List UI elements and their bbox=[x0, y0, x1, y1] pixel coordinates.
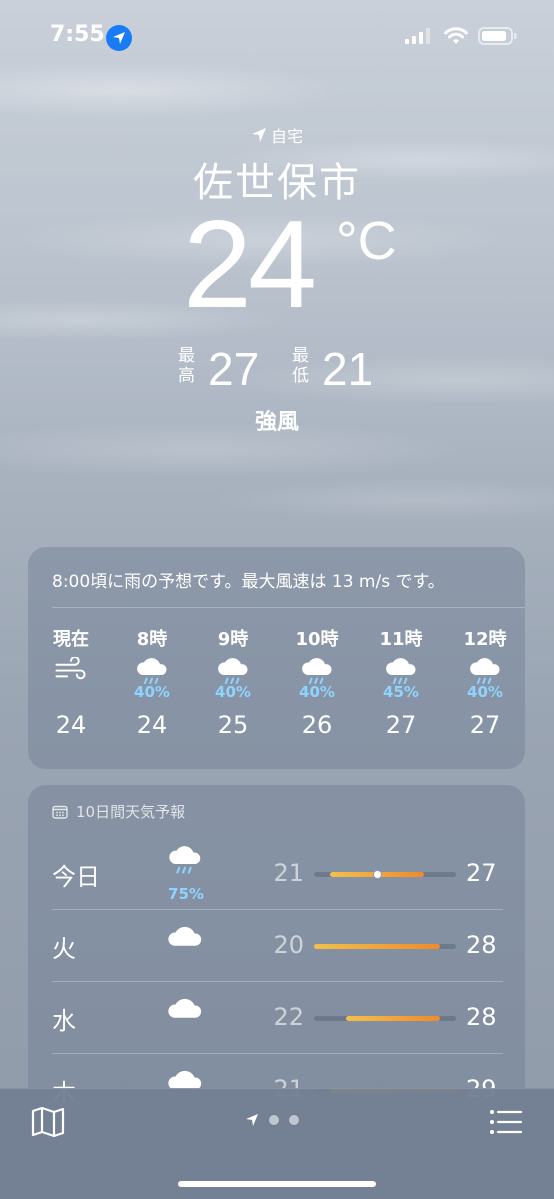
cloud-icon bbox=[166, 995, 206, 1035]
daily-row[interactable]: 今日 75% 21 27 bbox=[28, 837, 525, 907]
home-indicator[interactable] bbox=[178, 1181, 376, 1187]
divider bbox=[52, 1053, 503, 1054]
hourly-summary: 8:00頃に雨の予想です。最大風速は 13 m/s です。 bbox=[52, 572, 445, 592]
hour-label: 12時 bbox=[463, 629, 507, 650]
divider bbox=[52, 607, 525, 608]
daily-row[interactable]: 水 22 28 bbox=[28, 981, 525, 1051]
hour-label: 10時 bbox=[295, 629, 339, 650]
hour-label: 11時 bbox=[379, 629, 423, 650]
hourly-forecast-card[interactable]: 8:00頃に雨の予想です。最大風速は 13 m/s です。 現在 24 8時 40% 2… bbox=[28, 547, 525, 769]
hour-temperature: 25 bbox=[217, 711, 249, 739]
page-dot[interactable] bbox=[289, 1115, 299, 1125]
list-icon[interactable] bbox=[488, 1107, 524, 1137]
battery-icon bbox=[478, 27, 517, 45]
precipitation-chance: 40% bbox=[299, 683, 335, 701]
hourly-item: 現在 24 bbox=[36, 625, 106, 755]
hour-temperature: 24 bbox=[55, 711, 87, 739]
hourly-item: 9時 40% 25 bbox=[198, 625, 268, 755]
temperature-range-fill bbox=[345, 1016, 441, 1021]
hourly-item: 8時 40% 24 bbox=[117, 625, 187, 755]
location-services-icon bbox=[106, 25, 132, 51]
current-temperature-marker bbox=[372, 870, 382, 879]
precipitation-chance: 40% bbox=[134, 683, 170, 701]
temperature-unit: °C bbox=[336, 211, 397, 271]
divider bbox=[52, 981, 503, 982]
hour-label: 9時 bbox=[217, 629, 249, 650]
hourly-item: 10時 40% 26 bbox=[282, 625, 352, 755]
hour-temperature: 26 bbox=[301, 711, 333, 739]
wifi-icon bbox=[444, 27, 468, 44]
precipitation-chance: 75% bbox=[168, 885, 204, 903]
divider bbox=[52, 909, 503, 910]
hourly-item: 11時 45% 27 bbox=[366, 625, 436, 755]
cellular-signal-icon bbox=[405, 28, 430, 44]
temperature-value: 24 bbox=[183, 196, 317, 334]
status-time: 7:55 bbox=[50, 22, 105, 47]
daily-forecast-header: 10日間天気予報 bbox=[52, 801, 185, 822]
temperature-range-bar bbox=[314, 944, 456, 949]
hour-temperature: 27 bbox=[469, 711, 501, 739]
hour-temperature: 24 bbox=[136, 711, 168, 739]
daily-forecast-title: 10日間天気予報 bbox=[76, 803, 186, 821]
day-label: 火 bbox=[52, 935, 76, 963]
calendar-icon bbox=[52, 805, 68, 819]
high-temperature: 28 bbox=[466, 931, 497, 959]
cloud-icon bbox=[166, 923, 206, 963]
low-temperature: 20 bbox=[273, 931, 304, 959]
precipitation-chance: 40% bbox=[215, 683, 251, 701]
hour-label: 8時 bbox=[136, 629, 168, 650]
rain-cloud-icon bbox=[166, 845, 206, 885]
hour-temperature: 27 bbox=[385, 711, 417, 739]
high-temperature: 27 bbox=[208, 343, 260, 395]
temperature-range-bar bbox=[314, 1016, 456, 1021]
daily-row[interactable]: 火 20 28 bbox=[28, 909, 525, 979]
high-low-temperatures: 最高 27 最低 21 bbox=[0, 343, 554, 395]
weather-condition: 強風 bbox=[254, 410, 299, 435]
low-temperature: 22 bbox=[273, 1003, 304, 1031]
day-label: 水 bbox=[52, 1007, 76, 1035]
daily-forecast-card[interactable]: 10日間天気予報 今日75%2127火2028水2228木2129 bbox=[28, 785, 525, 1115]
location-arrow-icon bbox=[251, 128, 266, 142]
hour-label: 現在 bbox=[53, 629, 89, 650]
high-temperature: 28 bbox=[466, 1003, 497, 1031]
precipitation-chance: 45% bbox=[383, 683, 419, 701]
low-temperature: 21 bbox=[322, 343, 374, 395]
temperature-range-fill bbox=[314, 944, 441, 949]
bottom-toolbar bbox=[0, 1088, 554, 1199]
location-arrow-icon[interactable] bbox=[245, 1113, 259, 1127]
hourly-item: 12時 40% 27 bbox=[450, 625, 520, 755]
precipitation-chance: 40% bbox=[467, 683, 503, 701]
home-label-text: 自宅 bbox=[270, 127, 303, 146]
current-temperature: 24 °C bbox=[0, 200, 554, 330]
low-label: 最低 bbox=[292, 346, 309, 386]
day-label: 今日 bbox=[52, 863, 100, 891]
wind-icon bbox=[36, 649, 106, 697]
map-icon[interactable] bbox=[30, 1105, 66, 1139]
high-label: 最高 bbox=[178, 346, 195, 386]
high-temperature: 27 bbox=[466, 859, 497, 887]
status-bar: 7:55 bbox=[0, 0, 554, 70]
home-location-label: 自宅 bbox=[0, 124, 554, 146]
low-temperature: 21 bbox=[273, 859, 304, 887]
temperature-range-bar bbox=[314, 870, 456, 879]
page-dot[interactable] bbox=[269, 1115, 279, 1125]
page-indicator[interactable] bbox=[245, 1113, 299, 1127]
